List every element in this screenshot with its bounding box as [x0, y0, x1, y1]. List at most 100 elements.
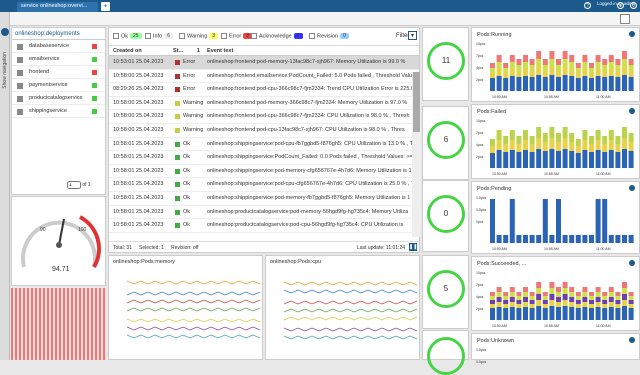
bar-segment: [595, 150, 601, 168]
count-ring: 0: [427, 195, 465, 233]
events-scrollbar[interactable]: [412, 72, 421, 237]
filter-warning[interactable]: Warning 3: [179, 33, 219, 40]
bar-segment: [602, 59, 608, 65]
filter-info[interactable]: Info 6: [145, 33, 173, 40]
y-tick: 2pcs: [476, 307, 484, 311]
event-row[interactable]: 10:58:00 25.04.2023 Warning onlineshop:fro…: [109, 97, 419, 111]
bar-segment: [509, 76, 515, 91]
filter-icon[interactable]: ▾: [408, 31, 417, 40]
event-time: 10:58:01 25.04.2023: [113, 154, 164, 161]
bar-segment: [562, 235, 568, 243]
add-tab-button[interactable]: +: [101, 2, 110, 11]
service-item[interactable]: paymentservice: [12, 79, 105, 92]
event-row[interactable]: 08:29:26 25.04.2023 Error onlineshop:front…: [109, 83, 419, 97]
bar-segment: [542, 151, 548, 168]
event-row[interactable]: 10:58:00 25.04.2023 Error onlineshop:front…: [109, 70, 419, 84]
gear-icon[interactable]: [629, 260, 635, 266]
tab-service-overview[interactable]: service onlineshop:overvi...: [17, 2, 98, 12]
scroll-thumb[interactable]: [413, 72, 420, 132]
event-row[interactable]: 10:58:01 25.04.2023 Ok onlineshop:shipping…: [109, 151, 419, 165]
bar-segment: [542, 65, 548, 71]
service-item[interactable]: databaseservice: [12, 40, 105, 53]
checkbox[interactable]: [179, 33, 185, 39]
bar-segment: [602, 304, 608, 308]
nav-toggle-icon[interactable]: [1, 28, 9, 36]
bar-segment: [503, 300, 509, 304]
services-header[interactable]: onlineshop:deployments: [12, 28, 105, 40]
event-time: 10:58:01 25.04.2023: [113, 222, 164, 229]
event-row[interactable]: 10:58:01 25.04.2023 Ok onlineshop:shipping…: [109, 165, 419, 179]
bar-segment: [529, 300, 535, 304]
filter-ok[interactable]: Ok 25: [113, 33, 142, 40]
page-input[interactable]: [67, 181, 81, 189]
bar-segment: [589, 144, 594, 152]
filter-revision[interactable]: Revision 0: [309, 33, 349, 40]
bar-segment: [602, 65, 608, 71]
severity-icon: [175, 73, 180, 79]
checkbox[interactable]: [251, 33, 257, 39]
col-state[interactable]: St...: [173, 48, 183, 54]
checkbox[interactable]: [221, 33, 227, 39]
event-row[interactable]: 10:58:01 25.04.2023 Ok onlineshop:productc…: [109, 219, 419, 233]
bar-segment: [509, 292, 515, 297]
events-rows: 10:53:01 25.04.2023 Error onlineshop:front…: [109, 56, 419, 233]
navigation-strip[interactable]: Show navigation: [0, 12, 10, 360]
filter-error[interactable]: Error 8: [221, 33, 253, 40]
gear-icon[interactable]: [629, 31, 635, 37]
bar-segment: [536, 235, 542, 243]
event-row[interactable]: 10:58:00 25.04.2023 Warning onlineshop:fro…: [109, 110, 419, 124]
bar-segment: [523, 150, 528, 168]
events-table-header: Created on St... 1 Event text: [109, 46, 419, 56]
service-item[interactable]: productcatalogservice: [12, 92, 105, 105]
checkbox[interactable]: [309, 33, 315, 39]
y-tick: 1.0pcs: [476, 196, 487, 200]
bar-segment: [523, 307, 528, 320]
bar-segment: [549, 149, 555, 168]
user-icon[interactable]: ●: [617, 2, 624, 9]
event-row[interactable]: 10:58:01 25.04.2023 Ok onlineshop:shipping…: [109, 192, 419, 206]
bar-segment: [582, 140, 588, 150]
pods-chart-panel: Pods:Running 10pcs 7pcs 4pcs 2pcs 10:50 AM 10:…: [471, 27, 640, 102]
bar-segment: [608, 235, 614, 243]
severity-icon: [175, 195, 180, 201]
service-icon: [17, 109, 23, 115]
pods-panel-title: Pods:Pending: [477, 186, 512, 192]
service-item[interactable]: shippingservice: [12, 105, 105, 118]
event-row[interactable]: 10:53:01 25.04.2023 Error onlineshop:front…: [109, 56, 419, 70]
bar-segment: [602, 71, 608, 77]
pause-button[interactable]: ❚❚: [409, 243, 417, 251]
event-row[interactable]: 10:58:01 25.04.2023 Ok onlineshop:shipping…: [109, 178, 419, 192]
checkbox[interactable]: [113, 33, 119, 39]
bar-segment: [602, 308, 608, 320]
event-row[interactable]: 10:58:01 25.04.2023 Ok onlineshop:productc…: [109, 206, 419, 220]
bar-segment: [542, 296, 548, 300]
gear-icon[interactable]: [629, 185, 635, 191]
series-line: [126, 318, 261, 323]
bar-segment: [523, 287, 528, 292]
service-item[interactable]: frontend: [12, 66, 105, 79]
service-item[interactable]: emailservice: [12, 53, 105, 66]
series-line: [126, 291, 261, 296]
edit-icon[interactable]: [620, 14, 630, 24]
bar-segment: [509, 287, 515, 292]
col-created[interactable]: Created on: [113, 48, 142, 54]
help-icon[interactable]: ?: [584, 2, 591, 9]
bar-segment: [608, 76, 614, 91]
logout-icon[interactable]: ↻: [630, 2, 637, 9]
bar-segment: [503, 144, 509, 152]
event-row[interactable]: 10:58:00 25.04.2023 Warning onlineshop:fro…: [109, 124, 419, 138]
filter-acknowledge[interactable]: Acknowledge 0: [251, 33, 303, 40]
filter-count: 0: [293, 33, 303, 40]
bar-segment: [536, 127, 542, 138]
col-count[interactable]: 1: [197, 48, 200, 54]
checkbox[interactable]: [145, 33, 151, 39]
severity-icon: [175, 141, 180, 147]
gear-icon[interactable]: [629, 108, 635, 114]
pager: of 1: [67, 181, 107, 191]
bar-segment: [615, 304, 621, 308]
bar-segment: [602, 300, 608, 304]
gear-icon[interactable]: [629, 337, 635, 343]
bar-segment: [602, 144, 608, 152]
col-text[interactable]: Event text: [207, 48, 233, 54]
event-row[interactable]: 10:58:01 25.04.2023 Ok onlineshop:shipping…: [109, 138, 419, 152]
